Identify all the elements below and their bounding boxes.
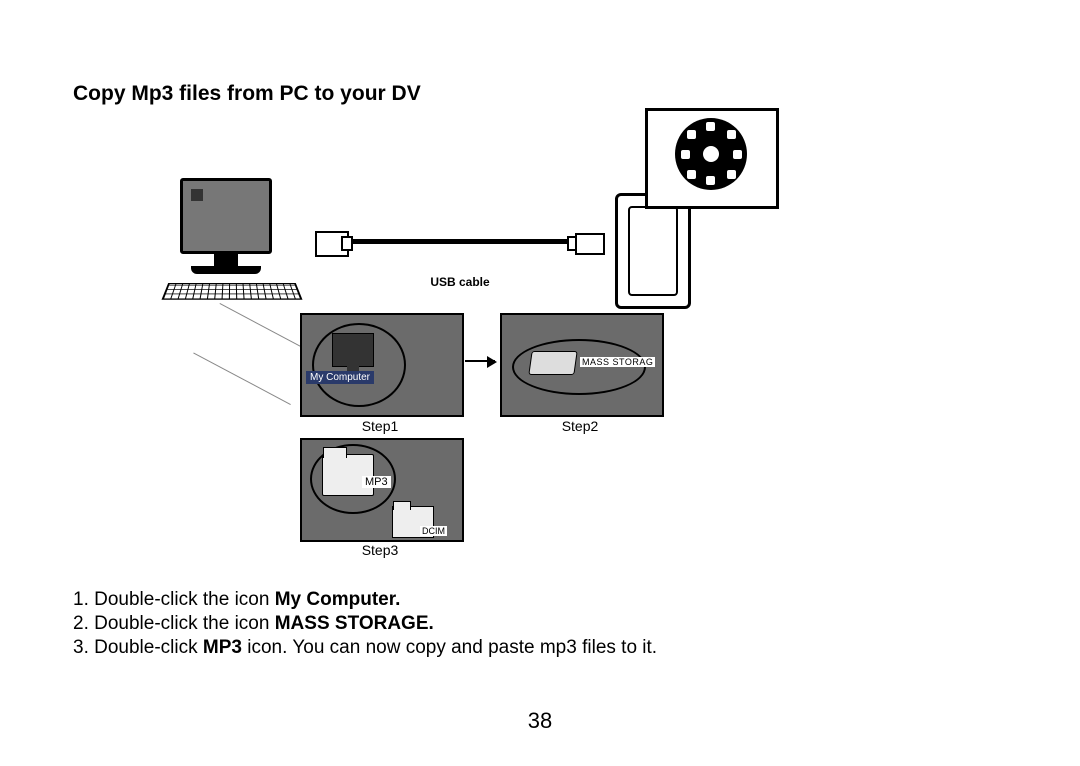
- my-computer-label: My Computer: [306, 371, 374, 384]
- instruction-text: 3. Double-click: [73, 637, 203, 658]
- arrow-right-icon: [465, 360, 495, 362]
- folder-icon: [322, 454, 374, 496]
- pc-monitor-icon: [180, 178, 272, 274]
- mode-dial-icon: [675, 118, 747, 190]
- instruction-3: 3. Double-click MP3 icon. You can now co…: [73, 636, 657, 660]
- mp3-folder-label: MP3: [362, 476, 391, 488]
- step2-caption: Step2: [500, 418, 660, 434]
- instruction-2: 2. Double-click the icon MASS STORAGE.: [73, 612, 657, 636]
- page-title: Copy Mp3 files from PC to your DV: [73, 82, 421, 106]
- step3-caption: Step3: [300, 542, 460, 558]
- step1-panel: My Computer: [300, 313, 464, 417]
- step3-panel: MP3 DCIM: [300, 438, 464, 542]
- instruction-bold: MASS STORAGE.: [275, 613, 434, 634]
- mass-storage-icon: [528, 351, 577, 375]
- step1-caption: Step1: [300, 418, 460, 434]
- instruction-1: 1. Double-click the icon My Computer.: [73, 588, 657, 612]
- page-number: 38: [0, 708, 1080, 734]
- mass-storage-label: MASS STORAG: [580, 357, 655, 367]
- instructions-list: 1. Double-click the icon My Computer. 2.…: [73, 588, 657, 659]
- mode-dial-callout: [645, 108, 775, 228]
- dcim-folder-label: DCIM: [420, 526, 447, 536]
- usb-cable-label: USB cable: [315, 275, 605, 289]
- my-computer-icon: [332, 333, 374, 367]
- instruction-text: 2. Double-click the icon: [73, 613, 275, 634]
- connection-diagram: USB cable My Computer: [165, 108, 915, 548]
- manual-page: Copy Mp3 files from PC to your DV USB ca…: [0, 0, 1080, 766]
- usb-cable-icon: USB cable: [315, 223, 605, 273]
- keyboard-icon: [161, 283, 302, 300]
- instruction-bold: MP3: [203, 637, 242, 658]
- guide-line: [193, 303, 317, 405]
- instruction-text: icon. You can now copy and paste mp3 fil…: [242, 637, 657, 658]
- instruction-bold: My Computer.: [275, 589, 401, 610]
- step2-panel: MASS STORAG: [500, 313, 664, 417]
- instruction-text: 1. Double-click the icon: [73, 589, 275, 610]
